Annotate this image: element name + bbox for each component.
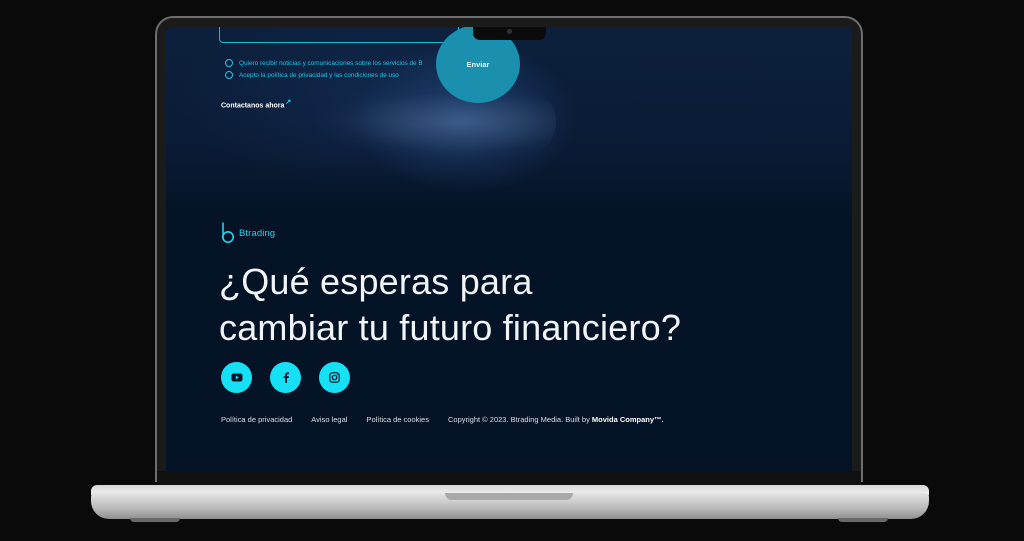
brand-name: Btrading (239, 227, 276, 239)
hero-person-arm (316, 87, 556, 157)
laptop-foot-right (838, 518, 888, 522)
camera-icon (507, 29, 512, 34)
instagram-icon (329, 372, 340, 383)
headline-line-1: ¿Qué esperas para (219, 261, 533, 302)
laptop-foot-left (130, 518, 180, 522)
copyright-text: Copyright © 2023. Btrading Media. Built … (448, 415, 664, 424)
page-headline: ¿Qué esperas para cambiar tu futuro fina… (219, 259, 779, 351)
copyright-prefix: Copyright © 2023. Btrading Media. Built … (447, 415, 592, 424)
instagram-button[interactable] (319, 362, 350, 393)
privacy-checkbox-row[interactable]: Acepto la política de privacidad y las c… (225, 71, 399, 79)
facebook-icon (283, 372, 289, 383)
social-links (221, 362, 350, 393)
message-textarea[interactable] (219, 27, 459, 43)
contact-now-label: Contactanos ahora (221, 102, 285, 110)
privacy-policy-link[interactable]: Política de privacidad (221, 415, 292, 424)
laptop-screen: Quiero recibir noticias y comunicaciones… (166, 27, 852, 471)
newsletter-checkbox-row[interactable]: Quiero recibir noticias y comunicaciones… (225, 59, 423, 67)
contact-now-link[interactable]: Contactanos ahora↗ (221, 98, 291, 109)
page-footer: Política de privacidad Aviso legal Polít… (221, 415, 664, 424)
newsletter-checkbox[interactable] (225, 59, 233, 67)
privacy-checkbox-label: Acepto la política de privacidad y las c… (239, 71, 399, 79)
cookie-policy-link[interactable]: Política de cookies (366, 415, 429, 424)
arrow-up-right-icon: ↗ (285, 99, 292, 106)
brand-logo[interactable]: Btrading (221, 222, 275, 244)
youtube-button[interactable] (221, 362, 252, 393)
built-by-company-link[interactable]: Movida Company™. (592, 415, 664, 424)
headline-line-2: cambiar tu futuro financiero? (219, 307, 682, 348)
privacy-checkbox[interactable] (225, 71, 233, 79)
laptop-opening-groove (445, 493, 573, 500)
legal-notice-link[interactable]: Aviso legal (311, 415, 347, 424)
facebook-button[interactable] (270, 362, 301, 393)
youtube-icon (231, 373, 242, 382)
newsletter-checkbox-label: Quiero recibir noticias y comunicaciones… (239, 59, 423, 67)
screen-bottom-bezel (157, 471, 861, 485)
btrading-logo-icon (222, 222, 234, 243)
